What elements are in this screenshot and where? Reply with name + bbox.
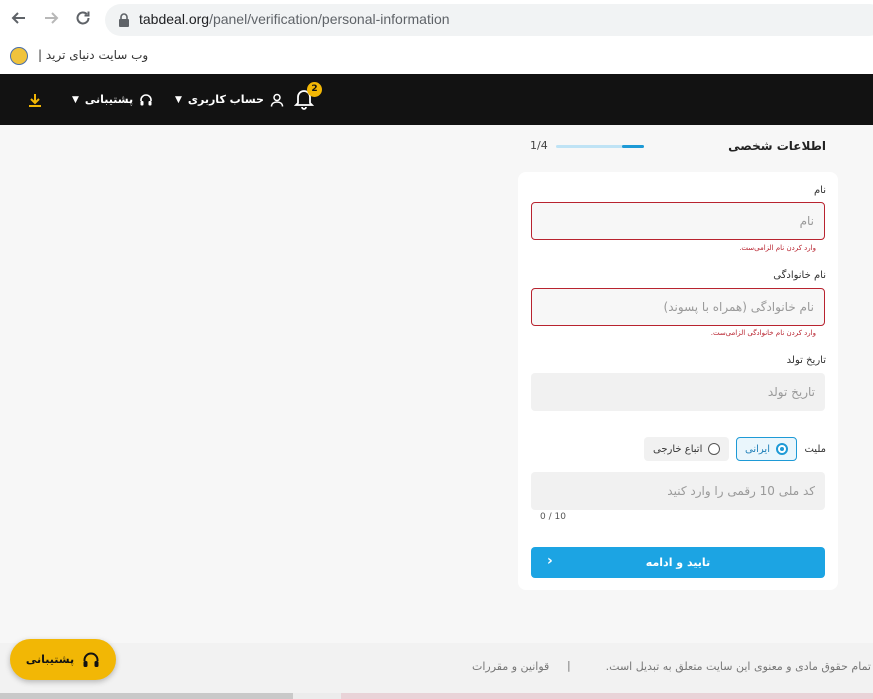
radio-unchecked-icon (708, 443, 721, 455)
footer-copyright: تمام حقوق مادی و معنوی این سایت متعلق به… (605, 660, 871, 673)
last-name-input[interactable] (531, 288, 825, 326)
birth-date-label: تاریخ تولد (786, 355, 826, 366)
bookmark-label[interactable]: وب سایت دنیای ترید | (38, 48, 148, 62)
bottom-strip (0, 693, 293, 699)
support-menu[interactable]: ▼ پشتیبانی (72, 74, 153, 125)
character-counter: 0 / 10 (540, 512, 566, 522)
last-name-error: وارد کردن نام خانوادگی الزامی‌ست. (710, 329, 816, 337)
nationality-label: ملیت (804, 444, 826, 455)
support-floating-button[interactable]: پشتیبانی (10, 639, 116, 680)
user-icon (270, 93, 284, 107)
chevron-down-icon: ▼ (175, 94, 182, 105)
first-name-error: وارد کردن نام الزامی‌ست. (739, 244, 816, 252)
url-path: /panel/verification/personal-information (209, 11, 450, 27)
progress-bar (556, 145, 644, 148)
nationality-foreign-radio[interactable]: اتباع خارجی (644, 437, 730, 461)
progress-fill (622, 145, 644, 148)
chevron-left-icon: ‹ (547, 553, 553, 569)
notification-bell-icon[interactable]: 2 (293, 82, 322, 112)
personal-info-form: نام وارد کردن نام الزامی‌ست. نام خانوادگ… (518, 172, 838, 590)
chevron-down-icon: ▼ (72, 94, 79, 105)
progress-text: 1/4 (530, 139, 548, 152)
headset-icon (83, 652, 99, 667)
bottom-strip (293, 693, 341, 699)
account-menu[interactable]: ▼ حساب کاربری (175, 74, 284, 125)
last-name-label: نام خانوادگی (773, 270, 826, 281)
account-menu-label: حساب کاربری (187, 93, 264, 106)
bookmarks-bar: وب سایت دنیای ترید | (0, 40, 873, 75)
radio-checked-icon (775, 443, 788, 455)
bottom-strip (341, 693, 873, 699)
page-title: اطلاعات شخصی (728, 139, 826, 153)
birth-date-input[interactable] (531, 373, 825, 411)
footer: تمام حقوق مادی و معنوی این سایت متعلق به… (0, 643, 873, 693)
lock-icon (119, 13, 129, 27)
support-floating-label: پشتیبانی (25, 653, 75, 666)
first-name-label: نام (813, 185, 826, 196)
download-icon[interactable] (28, 74, 42, 125)
notification-badge: 2 (307, 82, 322, 97)
back-arrow-icon[interactable] (8, 9, 30, 31)
browser-toolbar: tabdeal.org/panel/verification/personal-… (0, 0, 873, 40)
nationality-iranian-radio[interactable]: ایرانی (736, 437, 797, 461)
reload-icon[interactable] (72, 9, 94, 31)
submit-continue-button[interactable]: تایید و ادامه ‹ (531, 547, 825, 578)
terms-link[interactable]: قوانین و مقررات (472, 660, 549, 673)
address-bar[interactable]: tabdeal.org/panel/verification/personal-… (105, 4, 873, 36)
support-menu-label: پشتیبانی (84, 93, 134, 106)
headset-icon (140, 93, 152, 105)
bookmark-favicon-icon[interactable] (10, 47, 28, 65)
national-code-input[interactable] (531, 472, 825, 510)
nationality-foreign-label: اتباع خارجی (653, 443, 703, 455)
footer-separator: | (567, 659, 571, 672)
url-host: tabdeal.org (139, 11, 210, 27)
url-text: tabdeal.org/panel/verification/personal-… (139, 11, 450, 27)
first-name-input[interactable] (531, 202, 825, 240)
forward-arrow-icon[interactable] (40, 9, 62, 31)
nationality-iranian-label: ایرانی (745, 443, 770, 455)
submit-button-label: تایید و ادامه (645, 556, 711, 569)
app-header: ▼ پشتیبانی ▼ حساب کاربری 2 (0, 74, 873, 125)
